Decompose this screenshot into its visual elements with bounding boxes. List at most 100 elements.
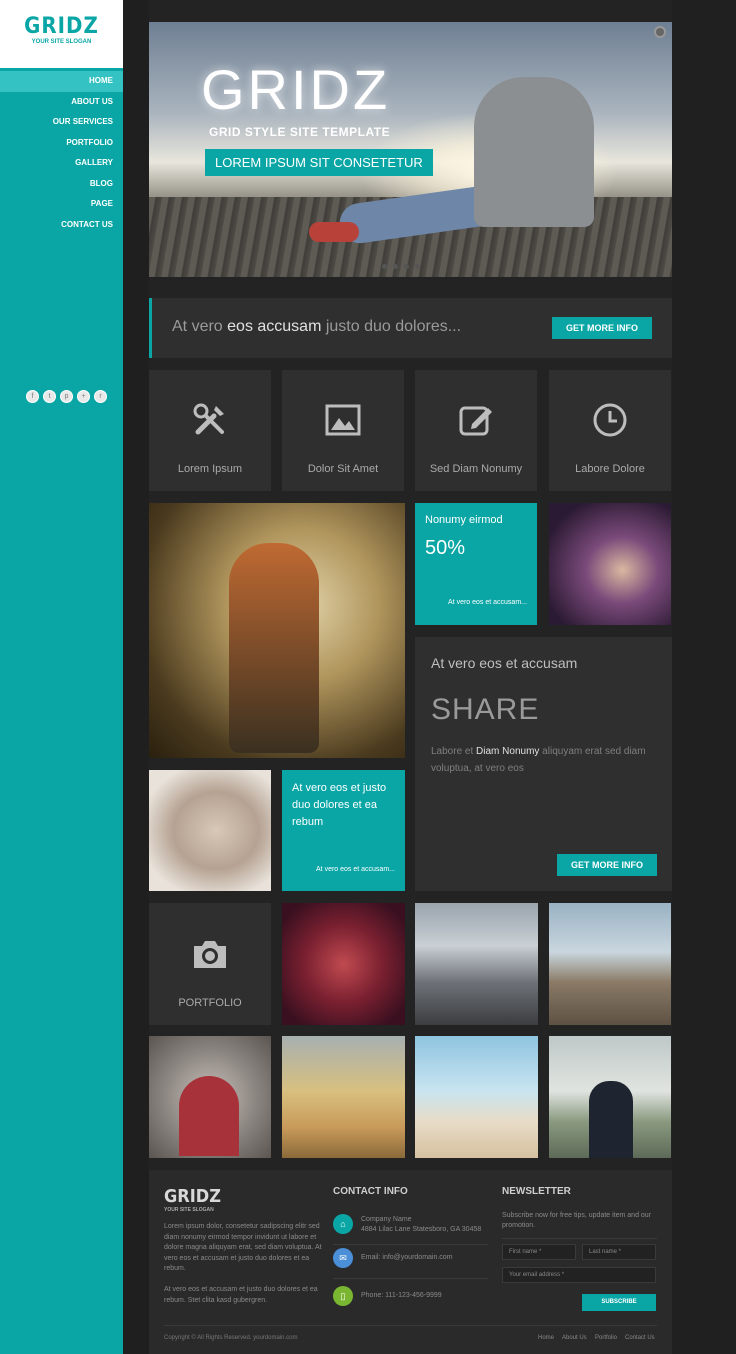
footer-link-home[interactable]: Home (538, 1335, 554, 1341)
hero-slider[interactable]: GRIDZ GRID STYLE SITE TEMPLATE LOREM IPS… (149, 22, 672, 277)
last-name-input[interactable]: Last name * (582, 1244, 656, 1260)
pinterest-icon[interactable]: p (60, 390, 73, 403)
gallery-photo-braided-hair[interactable] (149, 770, 271, 891)
feature-label: Labore Dolore (575, 463, 645, 475)
gallery-photo-superhero-kid[interactable] (149, 1036, 271, 1158)
feature-tile[interactable]: Dolor Sit Amet (282, 370, 404, 491)
nav-page[interactable]: PAGE (0, 194, 123, 215)
sidebar: GRIDZ YOUR SITE SLOGAN HOME ABOUT US OUR… (0, 0, 129, 1354)
google-plus-icon[interactable]: + (77, 390, 90, 403)
contact-email-text[interactable]: Email: info@yourdomain.com (361, 1253, 453, 1263)
callout-text: At vero eos accusam justo duo dolores... (172, 318, 461, 336)
gallery-photo-beach-group[interactable] (282, 1036, 405, 1158)
share-pre: Labore et (431, 746, 477, 757)
hero-subtitle: GRID STYLE SITE TEMPLATE (209, 125, 391, 139)
gallery-photo-city[interactable] (415, 903, 538, 1025)
nav-portfolio[interactable]: PORTFOLIO (0, 133, 123, 154)
slider-dot[interactable] (382, 264, 387, 269)
image-icon (325, 404, 361, 436)
gallery-photo-man-hat[interactable] (549, 1036, 671, 1158)
get-more-info-button[interactable]: GET MORE INFO (552, 317, 652, 339)
brand-slogan: YOUR SITE SLOGAN (31, 39, 92, 45)
portfolio-tile[interactable]: PORTFOLIO (149, 903, 271, 1025)
promo-text: At vero eos et justo duo dolores et ea r… (292, 782, 387, 828)
subscribe-button[interactable]: SUBSCRIBE (582, 1294, 656, 1311)
promo-tile[interactable]: At vero eos et justo duo dolores et ea r… (282, 770, 405, 891)
gallery-photo-red-hair[interactable] (282, 903, 405, 1025)
nav-gallery[interactable]: GALLERY (0, 153, 123, 174)
hero-person (474, 77, 594, 227)
feature-tile[interactable]: Sed Diam Nonumy (415, 370, 537, 491)
nav-our-services[interactable]: OUR SERVICES (0, 112, 123, 133)
callout-post: justo duo dolores... (321, 318, 462, 335)
logo[interactable]: GRIDZ YOUR SITE SLOGAN (0, 0, 123, 68)
gutter-right (672, 0, 736, 1354)
nav-about-us[interactable]: ABOUT US (0, 92, 123, 113)
rss-icon[interactable]: r (94, 390, 107, 403)
facebook-icon[interactable]: f (26, 390, 39, 403)
stat-title: Nonumy eirmod (425, 514, 503, 526)
nav-blog[interactable]: BLOG (0, 174, 123, 195)
slider-dots (382, 264, 420, 269)
gallery-photo-woman-purple[interactable] (549, 503, 671, 625)
contact-phone-text: Phone: 111-123-456-9999 (361, 1292, 442, 1299)
home-icon: ⌂ (333, 1214, 353, 1234)
gallery-photo-beach-woman[interactable] (415, 1036, 538, 1158)
main-nav: HOME ABOUT US OUR SERVICES PORTFOLIO GAL… (0, 71, 129, 236)
nav-contact-us[interactable]: CONTACT US (0, 215, 123, 236)
promo-link[interactable]: At vero eos et accusam... (316, 866, 395, 873)
mail-icon: ✉ (333, 1248, 353, 1268)
footer-link-portfolio[interactable]: Portfolio (595, 1335, 617, 1341)
footer-divider (164, 1325, 657, 1326)
contact-email: ✉ Email: info@yourdomain.com (333, 1242, 493, 1274)
footer-about-text-2: At vero eos et accusam et justo duo dolo… (164, 1286, 318, 1304)
contact-info-title: CONTACT INFO (333, 1186, 408, 1197)
gallery-photo-cyclist[interactable] (549, 903, 671, 1025)
hero-cta[interactable]: LOREM IPSUM SIT CONSETETUR (205, 149, 433, 176)
share-get-more-info-button[interactable]: GET MORE INFO (557, 854, 657, 876)
email-input[interactable]: Your email address * (502, 1267, 656, 1283)
footer-slogan: YOUR SITE SLOGAN (164, 1207, 214, 1213)
share-heading: SHARE (431, 693, 540, 726)
contact-address-text: Company Name 4884 Lilac Lane Statesboro, … (361, 1215, 481, 1235)
nav-home[interactable]: HOME (0, 71, 129, 92)
clock-icon (593, 403, 627, 437)
footer-link-about-us[interactable]: About Us (562, 1335, 587, 1341)
feature-tile[interactable]: Labore Dolore (549, 370, 671, 491)
phone-icon: ▯ (333, 1286, 353, 1306)
share-title: At vero eos et accusam (431, 655, 578, 671)
hero-person-shoe (309, 222, 359, 242)
tools-icon (193, 403, 224, 435)
feature-label: Lorem Ipsum (177, 463, 243, 475)
gallery-photo-dancer[interactable] (149, 503, 405, 758)
share-block: At vero eos et accusam SHARE Labore et D… (415, 637, 672, 891)
slider-dot[interactable] (393, 264, 398, 269)
slider-close-icon[interactable] (654, 26, 666, 38)
hero-title: GRIDZ (201, 58, 391, 121)
feature-tile[interactable]: Lorem Ipsum (149, 370, 271, 491)
newsletter-text: Subscribe now for free tips, update item… (502, 1212, 652, 1229)
twitter-icon[interactable]: t (43, 390, 56, 403)
first-name-input[interactable]: First name * (502, 1244, 576, 1260)
divider (333, 1278, 488, 1279)
slider-dot[interactable] (415, 264, 420, 269)
callout-strip: At vero eos accusam justo duo dolores...… (149, 298, 672, 358)
camera-icon (194, 941, 226, 968)
footer: GRIDZ YOUR SITE SLOGAN Lorem ipsum dolor… (149, 1170, 672, 1354)
stat-value: 50% (425, 537, 466, 559)
stat-link[interactable]: At vero eos et accusam... (448, 599, 527, 606)
callout-bold: eos accusam (227, 318, 322, 335)
divider (502, 1238, 657, 1239)
stat-tile[interactable]: Nonumy eirmod 50% At vero eos et accusam… (415, 503, 537, 625)
slider-dot[interactable] (404, 264, 409, 269)
contact-address: ⌂ Company Name 4884 Lilac Lane Statesboro… (333, 1208, 493, 1240)
footer-logo[interactable]: GRIDZ (164, 1186, 221, 1207)
share-text: Labore et Diam Nonumy aliquyam erat sed … (431, 743, 651, 777)
footer-about-text: Lorem ipsum dolor, consetetur sadipscing… (164, 1223, 322, 1272)
photo-figure (229, 543, 319, 753)
share-bold: Diam Nonumy (476, 746, 540, 757)
footer-link-contact-us[interactable]: Contact Us (625, 1335, 655, 1341)
company-address: 4884 Lilac Lane Statesboro, GA 30458 (361, 1226, 482, 1233)
feature-label: Sed Diam Nonumy (429, 463, 523, 475)
feature-label: Dolor Sit Amet (307, 463, 379, 475)
